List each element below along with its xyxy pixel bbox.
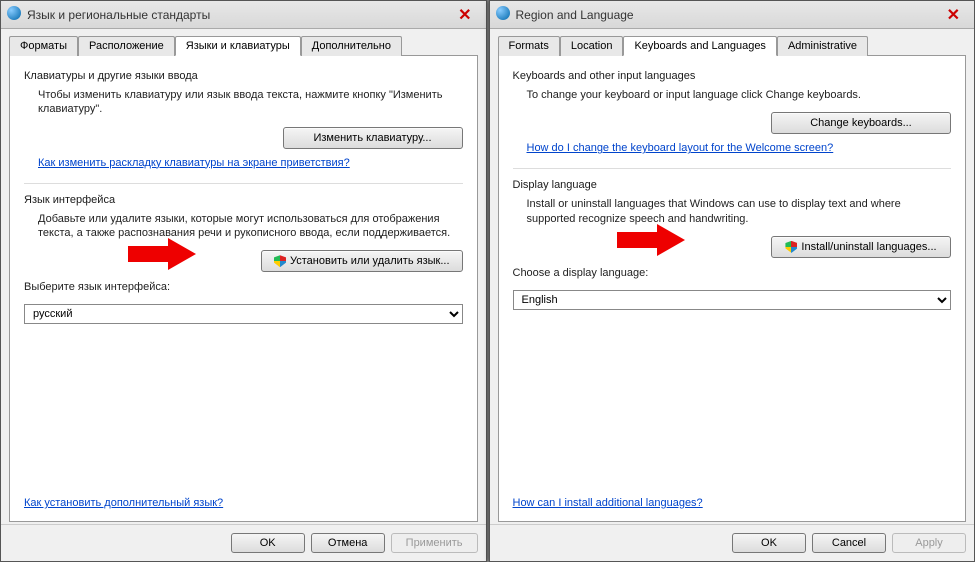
- welcome-screen-link[interactable]: How do I change the keyboard layout for …: [527, 142, 952, 154]
- titlebar: Язык и региональные стандарты ✕: [1, 1, 486, 29]
- change-keyboards-button[interactable]: Change keyboards...: [771, 112, 951, 134]
- tab-location[interactable]: Расположение: [78, 36, 175, 56]
- window-title: Region and Language: [516, 8, 939, 22]
- install-btn-label: Установить или удалить язык...: [290, 255, 450, 267]
- window-title: Язык и региональные стандарты: [27, 8, 450, 22]
- cancel-button[interactable]: Cancel: [812, 533, 886, 553]
- choose-language-label: Выберите язык интерфейса:: [24, 280, 463, 294]
- arrow-annotation-icon: [617, 224, 687, 267]
- tab-formats[interactable]: Форматы: [9, 36, 78, 56]
- tab-location[interactable]: Location: [560, 36, 624, 56]
- tab-keyboards[interactable]: Языки и клавиатуры: [175, 36, 301, 56]
- globe-icon: [7, 6, 21, 23]
- display-language-text: Install or uninstall languages that Wind…: [527, 197, 952, 226]
- titlebar: Region and Language ✕: [490, 1, 975, 29]
- divider: [24, 183, 463, 184]
- apply-button[interactable]: Применить: [391, 533, 478, 553]
- keyboards-section-text: To change your keyboard or input languag…: [527, 88, 952, 102]
- keyboards-section-label: Клавиатуры и другие языки ввода: [24, 70, 463, 82]
- ok-button[interactable]: OK: [732, 533, 806, 553]
- content: Форматы Расположение Языки и клавиатуры …: [1, 29, 486, 524]
- display-language-select[interactable]: English: [513, 290, 952, 310]
- ok-button[interactable]: OK: [231, 533, 305, 553]
- divider: [513, 168, 952, 169]
- change-keyboards-button[interactable]: Изменить клавиатуру...: [283, 127, 463, 149]
- tab-administrative[interactable]: Administrative: [777, 36, 868, 56]
- keyboards-section-text: Чтобы изменить клавиатуру или язык ввода…: [38, 88, 463, 117]
- welcome-screen-link[interactable]: Как изменить раскладку клавиатуры на экр…: [38, 157, 463, 169]
- button-bar: OK Cancel Apply: [490, 524, 975, 561]
- display-language-label: Display language: [513, 179, 952, 191]
- install-additional-link[interactable]: Как установить дополнительный язык?: [24, 497, 463, 509]
- close-icon[interactable]: ✕: [450, 5, 479, 25]
- display-language-label: Язык интерфейса: [24, 194, 463, 206]
- close-icon[interactable]: ✕: [939, 5, 968, 25]
- arrow-annotation-icon: [128, 238, 198, 281]
- tab-administrative[interactable]: Дополнительно: [301, 36, 402, 56]
- uac-shield-icon: [274, 255, 286, 267]
- tab-panel: Клавиатуры и другие языки ввода Чтобы из…: [9, 56, 478, 522]
- globe-icon: [496, 6, 510, 23]
- tab-formats[interactable]: Formats: [498, 36, 560, 56]
- content: Formats Location Keyboards and Languages…: [490, 29, 975, 524]
- tab-panel: Keyboards and other input languages To c…: [498, 56, 967, 522]
- tab-bar: Форматы Расположение Языки и клавиатуры …: [9, 35, 478, 56]
- install-languages-button[interactable]: Установить или удалить язык...: [261, 250, 463, 272]
- choose-language-label: Choose a display language:: [513, 266, 952, 280]
- install-additional-link[interactable]: How can I install additional languages?: [513, 497, 952, 509]
- install-languages-button[interactable]: Install/uninstall languages...: [771, 236, 951, 258]
- dialog-right: Region and Language ✕ Formats Location K…: [489, 0, 975, 562]
- dialog-left: Язык и региональные стандарты ✕ Форматы …: [0, 0, 487, 562]
- keyboards-section-label: Keyboards and other input languages: [513, 70, 952, 82]
- display-language-text: Добавьте или удалите языки, которые могу…: [38, 212, 463, 241]
- display-language-select[interactable]: русский: [24, 304, 463, 324]
- tab-keyboards[interactable]: Keyboards and Languages: [623, 36, 777, 56]
- tab-bar: Formats Location Keyboards and Languages…: [498, 35, 967, 56]
- install-btn-label: Install/uninstall languages...: [801, 241, 936, 253]
- uac-shield-icon: [785, 241, 797, 253]
- apply-button[interactable]: Apply: [892, 533, 966, 553]
- button-bar: OK Отмена Применить: [1, 524, 486, 561]
- cancel-button[interactable]: Отмена: [311, 533, 385, 553]
